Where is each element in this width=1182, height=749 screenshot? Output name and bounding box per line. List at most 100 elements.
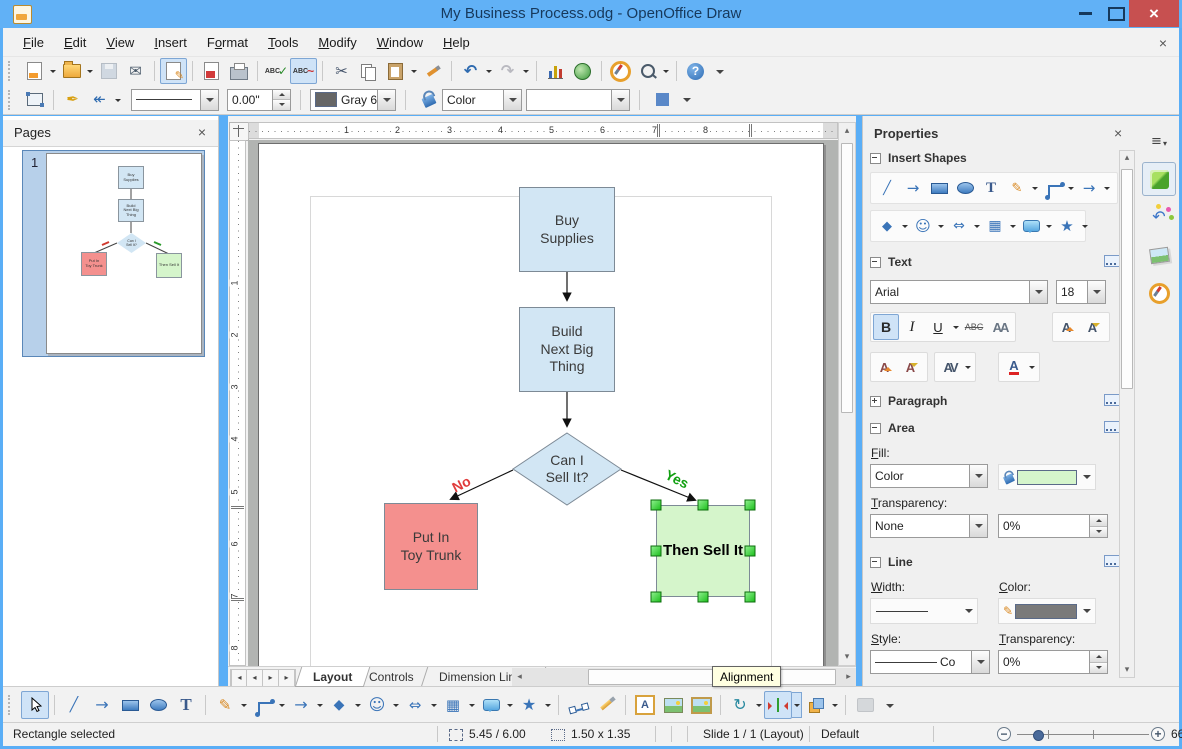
line-style-dropdown[interactable] [971, 651, 989, 673]
character-spacing-dropdown[interactable] [963, 355, 973, 379]
shadow-button[interactable] [649, 87, 676, 113]
symbol-shapes-dropdown[interactable] [936, 214, 946, 238]
lines-arrows-dropdown[interactable] [1102, 176, 1112, 200]
connector-dropdown[interactable] [1066, 176, 1076, 200]
flowchart-shape-buy-supplies[interactable]: Buy Supplies [519, 187, 615, 272]
line-dialog-launcher-icon[interactable] [1104, 555, 1120, 567]
sidebar-scrollbar[interactable]: ▴ ▾ [1119, 150, 1135, 678]
line-width-picker[interactable] [870, 598, 978, 624]
help-button[interactable]: ? [682, 58, 709, 84]
spin-buttons[interactable] [1089, 651, 1107, 673]
zoom-out-button[interactable]: − [997, 727, 1011, 741]
underline-button[interactable]: U [925, 314, 951, 340]
menu-view[interactable]: View [96, 31, 144, 54]
bold-button[interactable]: B [873, 314, 899, 340]
lines-arrows-dropdown[interactable] [315, 693, 325, 717]
drawing-canvas[interactable]: Buy Supplies Build Next Big Thing Can I … [248, 140, 838, 666]
new-document-button[interactable] [21, 58, 48, 84]
page-thumbnail[interactable]: Buy Supplies Build Next Big Thing Can I … [46, 153, 202, 354]
print-button[interactable] [225, 58, 252, 84]
callouts-button[interactable] [477, 691, 505, 719]
character-dialog-button[interactable]: AA [987, 314, 1013, 340]
increase-font-button[interactable]: A [1055, 314, 1081, 340]
section-insert-shapes[interactable]: Insert Shapes [870, 151, 967, 165]
insert-curve-button[interactable]: ✎ [1004, 175, 1030, 201]
stars-dropdown[interactable] [1080, 214, 1090, 238]
flowchart-shapes-button[interactable]: ▦ [982, 213, 1008, 239]
fill-type-select[interactable]: Color [442, 88, 522, 111]
insert-chart-button[interactable] [542, 58, 569, 84]
open-button[interactable] [58, 58, 85, 84]
toolbar-overflow-button[interactable] [883, 693, 897, 717]
area-fill-type-select[interactable]: Color [870, 464, 988, 488]
undo-button[interactable]: ↶ [457, 58, 484, 84]
basic-shapes-dropdown[interactable] [900, 214, 910, 238]
scroll-left-icon[interactable]: ◂ [512, 668, 527, 686]
underline-dropdown[interactable] [951, 315, 961, 339]
tab-properties[interactable] [1142, 162, 1176, 196]
menu-file[interactable]: File [13, 31, 54, 54]
arrow-tool-button[interactable]: → [88, 691, 116, 719]
symbol-shapes-dropdown[interactable] [391, 693, 401, 717]
flowchart-shapes-dropdown[interactable] [1008, 214, 1018, 238]
line-color-picker[interactable]: ✎ [998, 598, 1096, 624]
arrow-style-dropdown[interactable] [113, 88, 123, 112]
toolbar-grip[interactable] [8, 89, 18, 110]
spellcheck-button[interactable]: ABC ✓ [263, 58, 290, 84]
maximize-button[interactable] [1103, 0, 1129, 27]
ruler-origin-box[interactable] [229, 122, 249, 141]
callouts-dropdown[interactable] [1044, 214, 1054, 238]
section-area[interactable]: Area [870, 421, 915, 435]
callouts-dropdown[interactable] [505, 693, 515, 717]
collapse-icon[interactable] [870, 556, 881, 568]
scroll-down-icon[interactable]: ▾ [1120, 663, 1134, 677]
callouts-button[interactable] [1018, 213, 1044, 239]
flowchart-shapes-dropdown[interactable] [467, 693, 477, 717]
cut-button[interactable]: ✂ [328, 58, 355, 84]
menu-insert[interactable]: Insert [144, 31, 197, 54]
menu-format[interactable]: Format [197, 31, 258, 54]
undo-dropdown[interactable] [484, 59, 494, 83]
arrange-dropdown[interactable] [830, 693, 840, 717]
area-transparency-spinner[interactable]: 0% [998, 514, 1108, 538]
properties-panel-close-icon[interactable]: × [1114, 125, 1122, 141]
alignment-dropdown[interactable] [792, 692, 802, 718]
menu-window[interactable]: Window [367, 31, 433, 54]
text-tool-button[interactable]: T [172, 691, 200, 719]
scroll-up-icon[interactable]: ▴ [839, 123, 855, 139]
ellipse-tool-button[interactable] [144, 691, 172, 719]
rotate-dropdown[interactable] [754, 693, 764, 717]
page-style[interactable]: Default [821, 727, 859, 741]
connector-tool-button[interactable] [249, 691, 277, 719]
position-size-button[interactable] [21, 87, 48, 113]
subscript-button[interactable]: A [899, 354, 925, 380]
vertical-ruler[interactable]: 1 2 3 4 5 6 7 8 [229, 140, 246, 666]
rotate-button[interactable]: ↻ [726, 691, 754, 719]
flowchart-shapes-button[interactable]: ▦ [439, 691, 467, 719]
fill-color-select[interactable] [526, 88, 630, 111]
stars-button[interactable]: ★ [1054, 213, 1080, 239]
area-transparency-type-select[interactable]: None [870, 514, 988, 538]
email-button[interactable]: ✉ [122, 58, 149, 84]
hyperlink-button[interactable] [569, 58, 596, 84]
paste-button[interactable] [382, 58, 409, 84]
curve-tool-button[interactable]: ✎ [211, 691, 239, 719]
basic-shapes-dropdown[interactable] [353, 693, 363, 717]
menu-help[interactable]: Help [433, 31, 480, 54]
toolbar-overflow-button[interactable] [680, 88, 694, 112]
paragraph-dialog-launcher-icon[interactable] [1104, 394, 1120, 406]
tab-gallery[interactable] [1142, 238, 1176, 272]
section-line[interactable]: Line [870, 555, 913, 569]
insert-ellipse-button[interactable] [952, 175, 978, 201]
font-size-dropdown[interactable] [1087, 281, 1105, 303]
insert-text-button[interactable]: T [978, 175, 1004, 201]
gallery-button[interactable] [687, 691, 715, 719]
from-file-button[interactable] [659, 691, 687, 719]
font-name-dropdown[interactable] [1029, 281, 1047, 303]
scrollbar-thumb[interactable] [841, 143, 853, 413]
font-size-select[interactable]: 18 [1056, 280, 1106, 304]
line-transparency-spinner[interactable]: 0% [998, 650, 1108, 674]
block-arrows-dropdown[interactable] [429, 693, 439, 717]
fill-color-dropdown[interactable] [611, 89, 629, 110]
font-color-button[interactable]: A [1001, 354, 1027, 380]
